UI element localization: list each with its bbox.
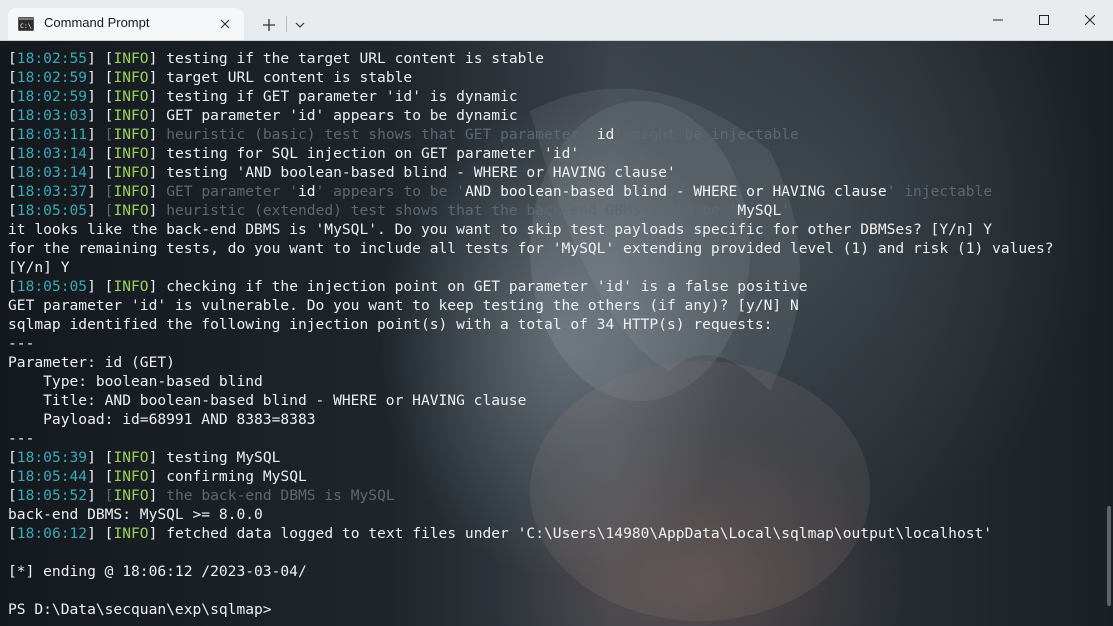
log-line: [18:05:44] [INFO] confirming MySQL [8, 468, 307, 485]
log-line: [18:03:37] [INFO] GET parameter 'id' app… [8, 183, 993, 200]
maximize-icon [1039, 15, 1049, 25]
tab-command-prompt[interactable]: C:\ Command Prompt [8, 8, 244, 40]
shell-prompt[interactable]: PS D:\Data\secquan\exp\sqlmap> [8, 600, 1103, 619]
tab-title: Command Prompt [44, 15, 150, 30]
scrollbar-thumb[interactable] [1107, 506, 1111, 606]
minimize-icon [993, 19, 1003, 21]
log-line: [18:05:52] [INFO] the back-end DBMS is M… [8, 487, 395, 504]
log-line: [18:05:39] [INFO] testing MySQL [8, 449, 281, 466]
tab-dropdown-button[interactable] [290, 12, 310, 38]
output-line: Parameter: id (GET) [8, 354, 175, 371]
log-line: [18:03:03] [INFO] GET parameter 'id' app… [8, 107, 518, 124]
terminal-window: C:\ Command Prompt [18:02:55] [INFO] tes… [0, 0, 1113, 626]
title-bar: C:\ Command Prompt [0, 0, 1113, 41]
log-line: [18:06:12] [INFO] fetched data logged to… [8, 525, 993, 542]
log-line: [18:02:59] [INFO] testing if GET paramet… [8, 88, 518, 105]
output-line: sqlmap identified the following injectio… [8, 316, 773, 333]
tab-close-button[interactable] [214, 13, 236, 35]
minimize-button[interactable] [975, 0, 1021, 40]
output-line: [*] ending @ 18:06:12 /2023-03-04/ [8, 563, 307, 580]
close-icon [220, 19, 230, 29]
prompt-line: it looks like the back-end DBMS is 'MySQ… [8, 221, 993, 238]
log-line: [18:05:05] [INFO] checking if the inject… [8, 278, 808, 295]
separator-line: --- [8, 430, 35, 447]
chevron-down-icon [295, 22, 305, 28]
prompt-line: [Y/n] Y [8, 259, 70, 276]
separator-line: --- [8, 335, 35, 352]
new-tab-button[interactable] [256, 12, 282, 38]
log-line: [18:03:14] [INFO] testing for SQL inject… [8, 145, 580, 162]
output-line: back-end DBMS: MySQL >= 8.0.0 [8, 506, 263, 523]
output-line: Payload: id=68991 AND 8383=8383 [8, 411, 316, 428]
log-line: [18:03:14] [INFO] testing 'AND boolean-b… [8, 164, 676, 181]
output-line: Title: AND boolean-based blind - WHERE o… [8, 392, 527, 409]
scrollbar[interactable] [1107, 86, 1111, 606]
log-line: [18:02:55] [INFO] testing if the target … [8, 50, 544, 67]
output-line: GET parameter 'id' is vulnerable. Do you… [8, 297, 799, 314]
log-line: [18:03:11] [INFO] heuristic (basic) test… [8, 126, 799, 143]
terminal-output[interactable]: [18:02:55] [INFO] testing if the target … [0, 41, 1113, 626]
tab-divider [286, 16, 287, 32]
command-prompt-icon: C:\ [18, 17, 34, 31]
svg-text:C:\: C:\ [20, 22, 32, 30]
maximize-button[interactable] [1021, 0, 1067, 40]
close-icon [1085, 15, 1095, 25]
terminal-lines: [18:02:55] [INFO] testing if the target … [8, 49, 1103, 619]
output-line: Type: boolean-based blind [8, 373, 263, 390]
prompt-line: for the remaining tests, do you want to … [8, 240, 1054, 257]
log-line: [18:02:59] [INFO] target URL content is … [8, 69, 413, 86]
log-line: [18:05:05] [INFO] heuristic (extended) t… [8, 202, 791, 219]
plus-icon [263, 19, 275, 31]
close-window-button[interactable] [1067, 0, 1113, 40]
